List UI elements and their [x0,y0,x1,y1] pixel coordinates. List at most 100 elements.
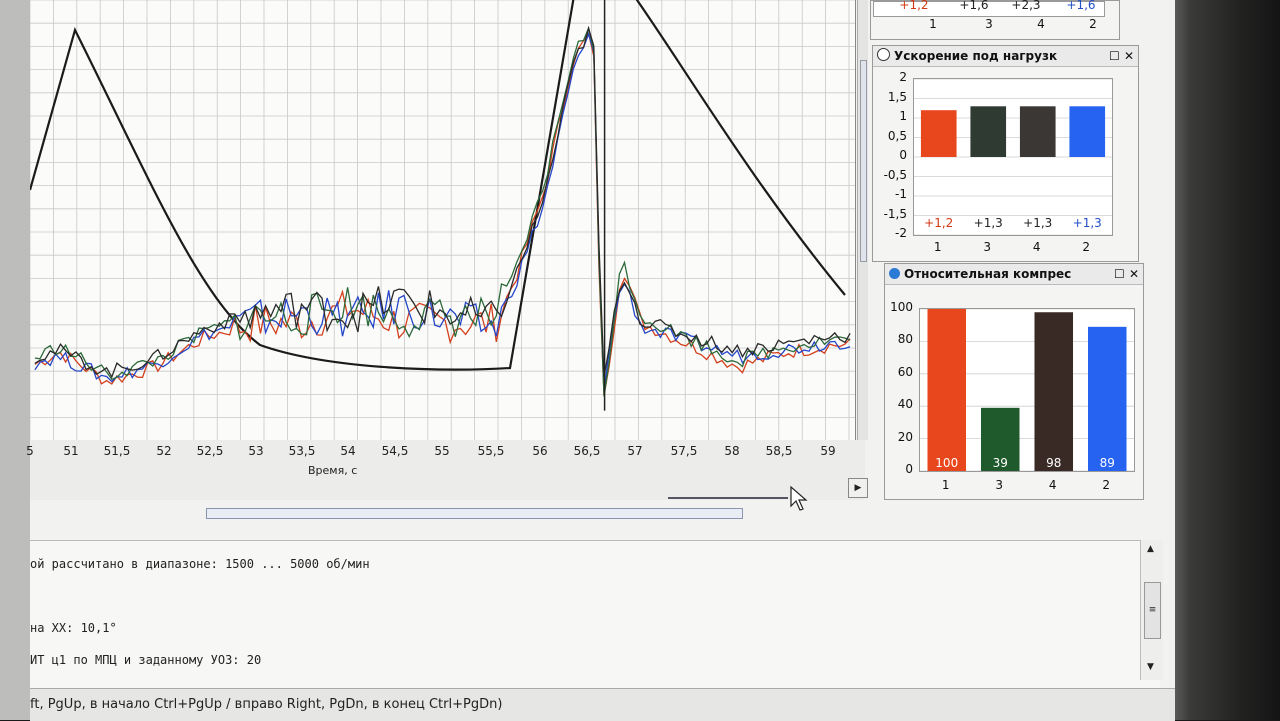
monitor-bezel-left [0,0,30,720]
x-axis-title: Время, с [308,464,358,477]
category-label: 3 [983,240,992,254]
y-tick-label: -1 [895,187,907,201]
scroll-right-button[interactable]: ▶ [848,478,868,498]
monitor-bezel-right [1175,0,1280,720]
console-line-timing: ИТ ц1 по МПЦ и заданному УОЗ: 20 [30,653,262,667]
scroll-up-icon[interactable]: ▲ [1147,544,1154,554]
y-tick-label: 0 [899,148,907,162]
x-tick-label: 56,5 [573,444,601,458]
x-tick-label: 55,5 [477,444,505,458]
top-value-4: +2,3 [1011,0,1041,12]
x-tick-label: 52,5 [196,444,224,458]
category-label: 4 [1048,478,1057,492]
acceleration-panel: Ускорение под нагрузк ☐ ✕ 2 1,5 1 0,5 0 -0,5 -… [872,45,1139,262]
main-line-chart [28,0,855,440]
x-tick-label: 58 [724,444,740,458]
close-icon[interactable]: ✕ [1129,267,1139,281]
x-tick-label: 53,5 [288,444,316,458]
x-tick-label: 57 [627,444,643,458]
x-tick-label: 56 [532,444,548,458]
y-tick-label: 100 [890,300,913,314]
bar-1 [920,110,957,157]
compression-plot: 100 39 98 89 [919,308,1135,472]
y-tick-label: -2 [895,226,907,240]
console-scrollbar[interactable]: ▲ ≡ ▼ [1140,540,1163,680]
category-label: 1 [941,478,950,492]
acceleration-plot: +1,2 +1,3 +1,3 +1,3 [913,78,1113,236]
y-tick-label: 60 [897,364,913,379]
category-label: 2 [1102,478,1111,492]
bar-value-label: 89 [1100,456,1115,470]
bar-4 [1034,312,1074,471]
y-tick-label: 1 [899,109,907,123]
x-tick-label: 53 [248,444,264,458]
x-tick-label: 57,5 [670,444,698,458]
top-cat-4: 4 [1037,17,1045,31]
top-cat-2: 2 [1089,17,1097,31]
compression-bar-chart: 100 39 98 89 [920,308,1134,472]
bar-3 [970,106,1007,157]
bar-value-label: 98 [1046,456,1061,470]
top-value-2: +1,6 [1066,0,1096,12]
scroll-down-icon[interactable]: ▼ [1147,662,1154,672]
status-bar: ft, PgUp, в начало Ctrl+PgUp / вправо Ri… [30,688,1175,721]
compression-panel-title: Относительная компрес [904,267,1072,281]
y-tick-label: 0 [905,462,913,476]
y-tick-label: 40 [897,397,913,412]
bar-value-label: 39 [993,456,1008,470]
acceleration-bar-chart: +1,2 +1,3 +1,3 +1,3 [914,78,1112,236]
maximize-icon[interactable]: ☐ [1109,49,1120,63]
signal-trace-3 [34,25,851,397]
x-tick-label: 51,5 [103,444,131,458]
close-icon[interactable]: ✕ [1124,49,1134,63]
x-tick-label: 54 [340,444,356,458]
signal-trace-2 [34,31,851,391]
x-tick-label: 5 [26,444,34,458]
y-tick-label: -1,5 [883,206,907,221]
horizontal-scrollbar[interactable] [206,508,743,519]
log-console: ой рассчитано в диапазоне: 1500 ... 5000… [30,540,1160,691]
bar-value-label: +1,2 [924,216,953,230]
console-line-rpm-range: ой рассчитано в диапазоне: 1500 ... 5000… [30,557,370,571]
top-value-3: +1,6 [959,0,989,12]
x-tick-label: 52 [156,444,172,458]
x-axis-bar: 5 51 51,5 52 52,5 53 53,5 54 54,5 55 55,5 56 56,5 57 5… [26,440,865,500]
plot-vertical-scrollbar[interactable] [857,0,868,440]
bar-value-label: 100 [935,456,958,470]
category-label: 3 [995,478,1004,492]
top-value-1: +1,2 [899,0,929,12]
y-tick-label: 2 [899,70,907,84]
bar-1 [927,309,967,471]
scroll-thumb[interactable] [860,60,867,262]
compression-panel-header[interactable]: Относительная компрес ☐ ✕ [885,264,1143,285]
y-tick-label: 20 [897,429,913,444]
top-partial-plot: +1,2 +1,6 +2,3 +1,6 [873,0,1105,17]
maximize-icon[interactable]: ☐ [1114,267,1125,281]
x-tick-label: 51 [63,444,79,458]
info-icon [889,268,900,279]
bar-value-label: +1,3 [1073,216,1102,230]
bar-2 [1087,326,1127,471]
category-label: 1 [933,240,942,254]
console-scroll-thumb[interactable]: ≡ [1144,582,1161,639]
acceleration-panel-header[interactable]: Ускорение под нагрузк ☐ ✕ [873,46,1138,67]
category-label: 2 [1082,240,1091,254]
bar-value-label: +1,3 [974,216,1003,230]
top-cat-3: 3 [985,17,993,31]
bar-4 [1019,106,1056,157]
y-tick-label: -0,5 [883,167,907,182]
mouse-cursor-icon [790,486,808,511]
compression-panel: Относительная компрес ☐ ✕ 100 80 60 40 20 0 1… [884,263,1144,500]
bar-2 [1069,106,1106,157]
console-line-idle: на XX: 10,1° [30,621,117,635]
top-partial-panel: +1,2 +1,6 +2,3 +1,6 1 3 4 2 [870,0,1120,40]
main-plot-area[interactable] [28,0,856,441]
x-tick-label: 59 [820,444,836,458]
y-tick-label: 1,5 [887,89,907,104]
y-tick-label: 0,5 [887,128,907,143]
top-cat-1: 1 [929,17,937,31]
x-tick-label: 58,5 [765,444,793,458]
time-slider-track[interactable] [668,497,788,499]
gauge-icon [877,48,890,61]
bar-value-label: +1,3 [1023,216,1052,230]
